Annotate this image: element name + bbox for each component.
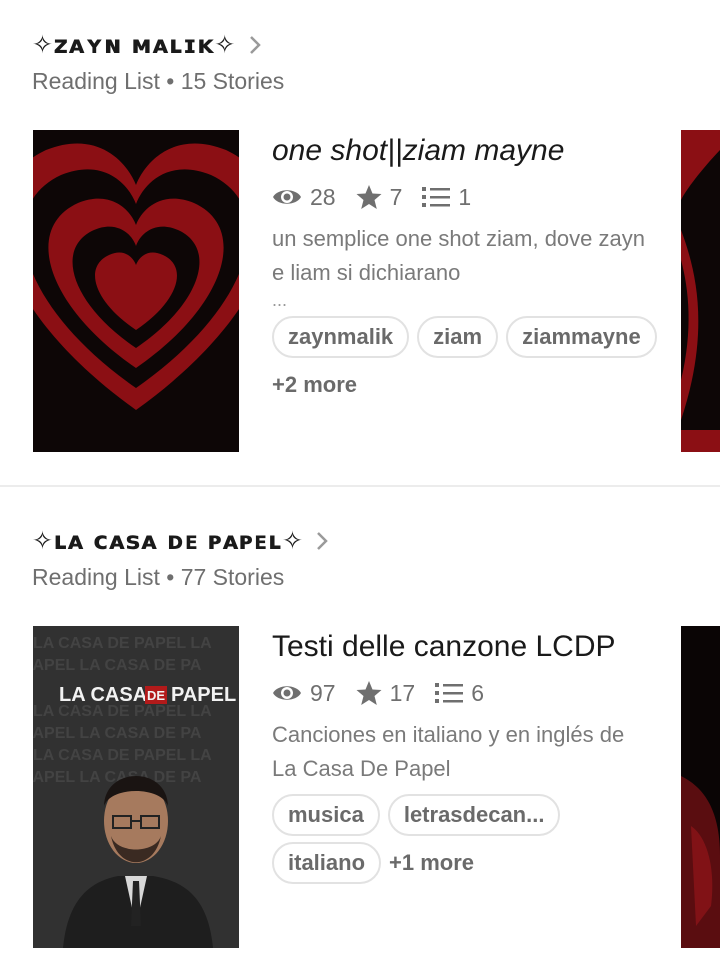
eye-icon: [273, 190, 301, 204]
parts-count: 1: [458, 183, 472, 210]
next-story-cover-peek[interactable]: [681, 130, 720, 452]
votes-count: 17: [389, 679, 416, 706]
tag-chip[interactable]: letrasdecan...: [387, 794, 561, 836]
chevron-right-icon: [249, 35, 261, 54]
eye-icon: [273, 686, 301, 700]
votes-count: 7: [389, 183, 403, 210]
story-stats: 97 17 6: [272, 678, 712, 708]
more-tags[interactable]: +1 more: [389, 842, 474, 884]
views-count: 28: [310, 183, 336, 210]
story-cover[interactable]: LA CASA DE PAPEL LA PAPEL LA CASA DE PA …: [33, 626, 239, 948]
cover-title-part-2: DE: [147, 688, 165, 703]
la-casa-de-papel-cover-image: LA CASA DE PAPEL LA PAPEL LA CASA DE PA …: [33, 626, 239, 948]
heart-cover-image: [33, 130, 239, 452]
views-count: 97: [310, 679, 336, 706]
reading-list-section: ✧ʟᴀ ᴄᴀsᴀ ᴅᴇ ᴘᴀᴘᴇʟ✧ Reading List • 77 Sto…: [0, 487, 720, 979]
story-stats: 28 7 1: [272, 182, 712, 212]
story-description: Canciones en italiano y en inglés de La …: [272, 722, 625, 781]
heart-cover-image: [681, 130, 720, 452]
reading-list-title: ✧ʟᴀ ᴄᴀsᴀ ᴅᴇ ᴘᴀᴘᴇʟ✧: [32, 526, 304, 555]
reading-list-header[interactable]: ✧ᴢᴀʏɴ ᴍᴀʟɪᴋ✧: [32, 30, 262, 59]
chevron-right-icon: [317, 531, 329, 550]
more-tags[interactable]: +2 more: [272, 364, 357, 406]
svg-text:PAPEL LA CASA DE PA: PAPEL LA CASA DE PA: [33, 725, 202, 742]
reading-list-section: ✧ᴢᴀʏɴ ᴍᴀʟɪᴋ✧ Reading List • 15 Stories o…: [0, 0, 720, 486]
star-icon: [356, 681, 382, 705]
views-stat: 97: [272, 680, 336, 707]
tag-chip[interactable]: zaynmalik: [272, 316, 410, 358]
story-title[interactable]: one shot||ziam mayne: [272, 134, 712, 168]
svg-text:LA CASA DE PAPEL LA: LA CASA DE PAPEL LA: [33, 635, 212, 652]
reading-list-meta: Reading List • 77 Stories: [32, 564, 285, 590]
tag-list: musica letrasdecan... italiano +1 more: [272, 794, 672, 890]
tag-chip[interactable]: ziammayne: [506, 316, 657, 358]
story-card[interactable]: Testi delle canzone LCDP 97 17 6 Cancion…: [272, 630, 712, 890]
votes-stat: 7: [356, 183, 403, 211]
description-ellipsis: ...: [272, 290, 288, 310]
svg-text:PAPEL LA CASA DE PA: PAPEL LA CASA DE PA: [33, 657, 202, 674]
list-icon: [435, 683, 464, 703]
parts-stat: 1: [422, 184, 471, 211]
reading-list-title: ✧ᴢᴀʏɴ ᴍᴀʟɪᴋ✧: [32, 30, 236, 59]
votes-stat: 17: [356, 679, 416, 707]
dark-cover-image: [681, 626, 720, 948]
tag-list: zaynmalik ziam ziammayne +2 more: [272, 316, 672, 406]
story-card[interactable]: one shot||ziam mayne 28 7 1 un semplice …: [272, 134, 712, 406]
list-icon: [422, 187, 451, 207]
tag-chip[interactable]: ziam: [417, 316, 499, 358]
story-description: un semplice one shot ziam, dove zayn e l…: [272, 226, 645, 285]
story-cover[interactable]: [33, 130, 239, 452]
story-title[interactable]: Testi delle canzone LCDP: [272, 630, 712, 664]
svg-text:LA CASA DE PAPEL LA: LA CASA DE PAPEL LA: [33, 747, 212, 764]
parts-stat: 6: [435, 680, 484, 707]
next-story-cover-peek[interactable]: [681, 626, 720, 948]
tag-chip[interactable]: italiano: [272, 842, 382, 884]
star-icon: [356, 185, 382, 209]
reading-list-header[interactable]: ✧ʟᴀ ᴄᴀsᴀ ᴅᴇ ᴘᴀᴘᴇʟ✧: [32, 526, 329, 555]
cover-title-part-1: LA CASA: [59, 684, 147, 706]
reading-list-meta: Reading List • 15 Stories: [32, 68, 285, 94]
tag-chip[interactable]: musica: [272, 794, 380, 836]
cover-title-part-3: PAPEL: [171, 684, 236, 706]
parts-count: 6: [471, 679, 484, 706]
views-stat: 28: [272, 184, 336, 211]
